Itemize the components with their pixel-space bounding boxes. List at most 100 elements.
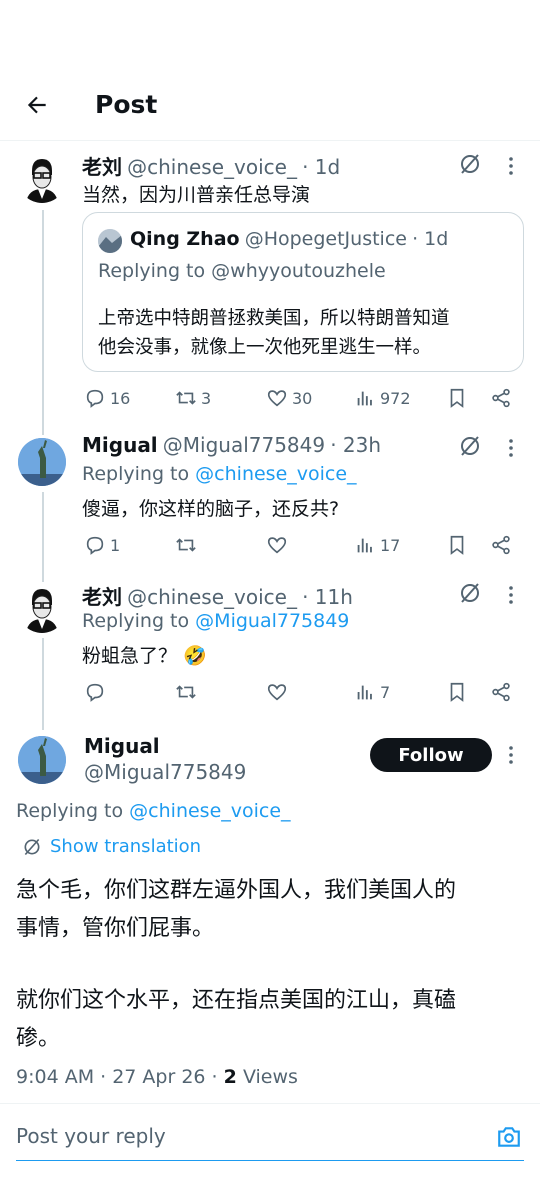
bookmark-icon: [450, 388, 464, 408]
page-title: Post: [95, 90, 158, 119]
tweet-header: 老刘 @chinese_voice_ · 1d: [82, 151, 340, 180]
tweet-header: 老刘 @chinese_voice_ · 11h: [82, 581, 353, 610]
views-icon: [357, 685, 372, 700]
replying-to-label: Replying to: [82, 610, 190, 632]
quote-avatar: [98, 229, 122, 253]
share-icon: [492, 535, 510, 555]
replying-to-handle[interactable]: @chinese_voice_: [129, 800, 290, 822]
like-icon: [267, 684, 287, 701]
bookmark-button[interactable]: [446, 681, 468, 703]
tweet-time[interactable]: · 1d: [302, 155, 340, 179]
views-count: 972: [380, 388, 411, 408]
reply-count: 16: [110, 388, 131, 408]
main-tweet-text-line: 事情，管你们屁事。: [16, 916, 215, 941]
main-tweet-text-line: 急个毛，你们这群左逼外国人，我们美国人的: [16, 878, 457, 903]
main-tweet-time[interactable]: 9:04 AM · 27 Apr 26 ·: [16, 1066, 218, 1088]
grok-icon[interactable]: [458, 581, 482, 609]
bookmark-button[interactable]: [446, 387, 468, 409]
replying-to: Replying to @Migual775849: [82, 610, 349, 632]
avatar[interactable]: [18, 585, 66, 633]
more-icon[interactable]: [508, 585, 514, 609]
avatar[interactable]: [18, 155, 66, 203]
replying-to-handle[interactable]: @chinese_voice_: [195, 463, 356, 485]
reply-button[interactable]: 16: [84, 387, 130, 409]
main-author-handle[interactable]: @Migual775849: [84, 760, 246, 784]
views-button[interactable]: 972: [354, 387, 411, 409]
follow-button[interactable]: Follow: [370, 738, 492, 772]
grok-icon[interactable]: [458, 434, 482, 462]
back-arrow-icon[interactable]: [24, 92, 50, 118]
retweet-button[interactable]: 3: [175, 387, 211, 409]
like-button[interactable]: [266, 534, 288, 556]
reply-icon: [86, 536, 104, 555]
replying-to-label: Replying to: [16, 800, 124, 822]
share-button[interactable]: [490, 534, 512, 556]
views-button[interactable]: 7: [354, 681, 390, 703]
views-count: 7: [380, 682, 391, 702]
tweet-time[interactable]: · 23h: [330, 433, 381, 457]
main-tweet-text-line: 碜。: [16, 1026, 61, 1051]
like-count: 30: [292, 388, 313, 408]
camera-icon[interactable]: [496, 1124, 522, 1154]
main-tweet-meta: 9:04 AM · 27 Apr 26 · 2 Views: [16, 1066, 298, 1088]
bookmark-icon: [450, 682, 464, 702]
avatar[interactable]: [18, 736, 66, 784]
author-handle[interactable]: @chinese_voice_: [127, 585, 297, 609]
retweet-count: 3: [201, 388, 212, 408]
views-button[interactable]: 17: [354, 534, 400, 556]
show-translation-link[interactable]: Show translation: [22, 836, 201, 857]
retweet-button[interactable]: [175, 534, 197, 556]
quote-author-handle: @HopegetJustice: [244, 228, 407, 250]
more-icon[interactable]: [508, 156, 514, 180]
tweet-text: 粉蛆急了？ 🤣: [82, 645, 207, 667]
tweet-text: 傻逼，你这样的脑子，还反共?: [82, 498, 340, 520]
tweet-time[interactable]: · 11h: [302, 585, 353, 609]
reply-button[interactable]: 1: [84, 534, 120, 556]
quote-replying-to: Replying to @whyyoutouzhele: [98, 260, 386, 282]
quote-time: · 1d: [412, 228, 449, 250]
share-button[interactable]: [490, 681, 512, 703]
main-replying-to: Replying to @chinese_voice_: [16, 800, 291, 822]
reply-input[interactable]: Post your reply: [16, 1124, 166, 1148]
author-name[interactable]: 老刘: [82, 155, 122, 179]
more-icon[interactable]: [508, 745, 514, 769]
replying-to-handle[interactable]: @Migual775849: [195, 610, 349, 632]
views-icon: [357, 391, 372, 406]
author-name[interactable]: Migual: [82, 433, 158, 457]
like-button[interactable]: 30: [266, 387, 312, 409]
main-tweet-text-line: 就你们这个水平，还在指点美国的江山，真磕: [16, 988, 457, 1013]
share-icon: [492, 388, 510, 408]
retweet-icon: [176, 391, 196, 405]
grok-icon[interactable]: [458, 152, 482, 180]
bookmark-icon: [450, 535, 464, 555]
tweet-header: Migual @Migual775849 · 23h: [82, 433, 381, 457]
retweet-icon: [176, 685, 196, 699]
divider: [0, 1103, 540, 1104]
author-handle[interactable]: @Migual775849: [163, 433, 325, 457]
bookmark-button[interactable]: [446, 534, 468, 556]
main-author-name[interactable]: Migual: [84, 734, 160, 758]
share-icon: [492, 682, 510, 702]
thread-line: [42, 492, 44, 582]
quote-text-line: 他会没事，就像上一次他死里逃生一样。: [98, 337, 432, 358]
tweet-text: 当然，因为川普亲任总导演: [82, 184, 311, 206]
avatar[interactable]: [18, 438, 66, 486]
replying-to: Replying to @chinese_voice_: [82, 463, 357, 485]
more-icon[interactable]: [508, 438, 514, 462]
reply-icon: [86, 683, 104, 702]
main-views-label: Views: [242, 1066, 298, 1088]
main-views-count: 2: [223, 1066, 237, 1088]
reply-count: 1: [110, 535, 121, 555]
like-button[interactable]: [266, 681, 288, 703]
retweet-icon: [176, 538, 196, 552]
views-count: 17: [380, 535, 401, 555]
share-button[interactable]: [490, 387, 512, 409]
retweet-button[interactable]: [175, 681, 197, 703]
author-name[interactable]: 老刘: [82, 585, 122, 609]
header-divider: [0, 140, 540, 141]
author-handle[interactable]: @chinese_voice_: [127, 155, 297, 179]
quote-header: Qing Zhao @HopegetJustice · 1d: [130, 228, 448, 250]
reply-button[interactable]: [84, 681, 106, 703]
thread-line: [42, 210, 44, 435]
thread-line: [42, 638, 44, 730]
